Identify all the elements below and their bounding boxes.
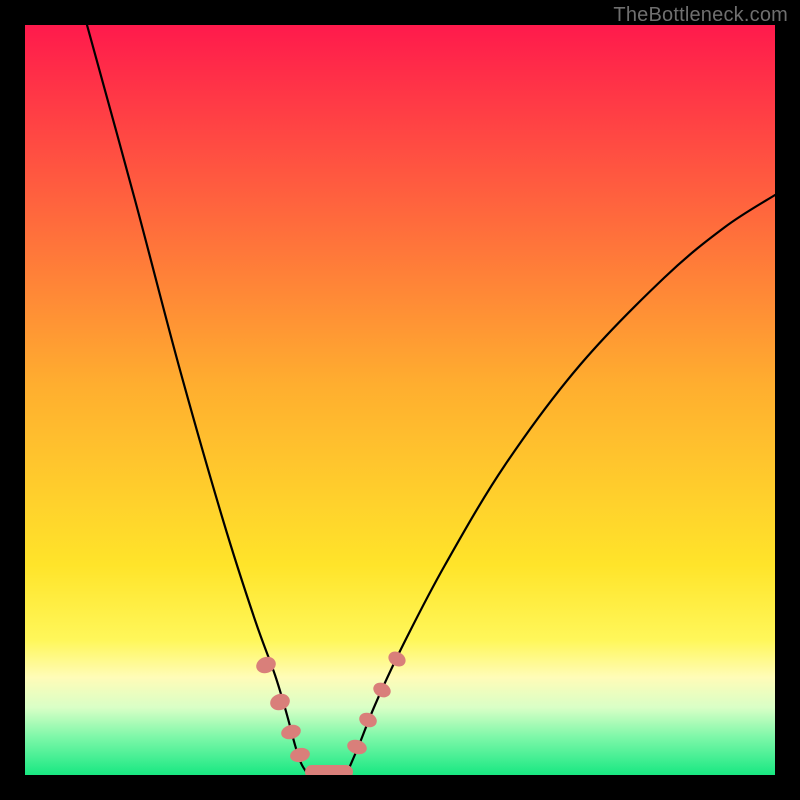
- base-marker: [305, 765, 353, 775]
- chart-frame: [25, 25, 775, 775]
- watermark-text: TheBottleneck.com: [613, 4, 788, 27]
- bottleneck-chart: [25, 25, 775, 775]
